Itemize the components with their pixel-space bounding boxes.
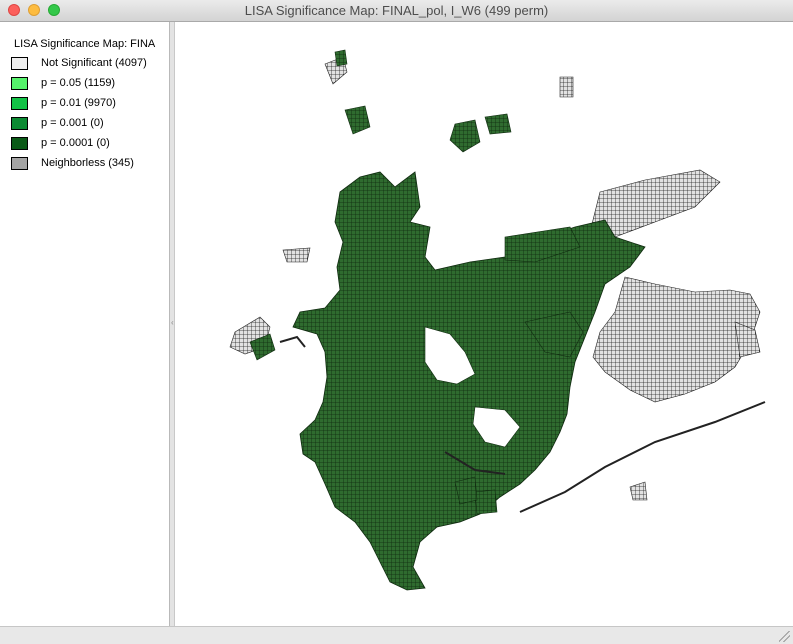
window-title: LISA Significance Map: FINAL_pol, I_W6 (… — [244, 3, 549, 18]
lisa-map[interactable] — [175, 22, 793, 626]
legend-title: LISA Significance Map: FINA — [14, 38, 156, 50]
resize-grip-icon[interactable] — [779, 631, 790, 642]
legend-swatch — [11, 157, 28, 170]
legend-swatch — [11, 137, 28, 150]
legend-label: Neighborless (345) — [41, 157, 134, 169]
legend-label: Not Significant (4097) — [41, 57, 147, 69]
legend-swatch — [11, 77, 28, 90]
legend-item-p-00001[interactable]: p = 0.0001 (0) — [11, 136, 169, 152]
legend-label: p = 0.01 (9970) — [41, 97, 116, 109]
legend-item-not-significant[interactable]: Not Significant (4097) — [11, 56, 169, 72]
splitter-grip-icon: ‹ — [171, 318, 174, 327]
legend-label: p = 0.0001 (0) — [41, 137, 110, 149]
legend-item-p-0001[interactable]: p = 0.001 (0) — [11, 116, 169, 132]
significant-cells — [249, 49, 646, 591]
legend-swatch — [11, 57, 28, 70]
legend-label: p = 0.001 (0) — [41, 117, 104, 129]
legend-swatch — [11, 117, 28, 130]
title-bar: LISA Significance Map: FINAL_pol, I_W6 (… — [0, 0, 793, 22]
status-bar — [0, 626, 793, 644]
legend-item-p-005[interactable]: p = 0.05 (1159) — [11, 76, 169, 92]
legend-label: p = 0.05 (1159) — [41, 77, 116, 89]
map-canvas[interactable] — [175, 22, 793, 626]
legend-swatch — [11, 97, 28, 110]
legend-panel: LISA Significance Map: FINA Not Signific… — [0, 22, 170, 626]
legend-item-neighborless[interactable]: Neighborless (345) — [11, 156, 169, 172]
legend-item-p-001[interactable]: p = 0.01 (9970) — [11, 96, 169, 112]
